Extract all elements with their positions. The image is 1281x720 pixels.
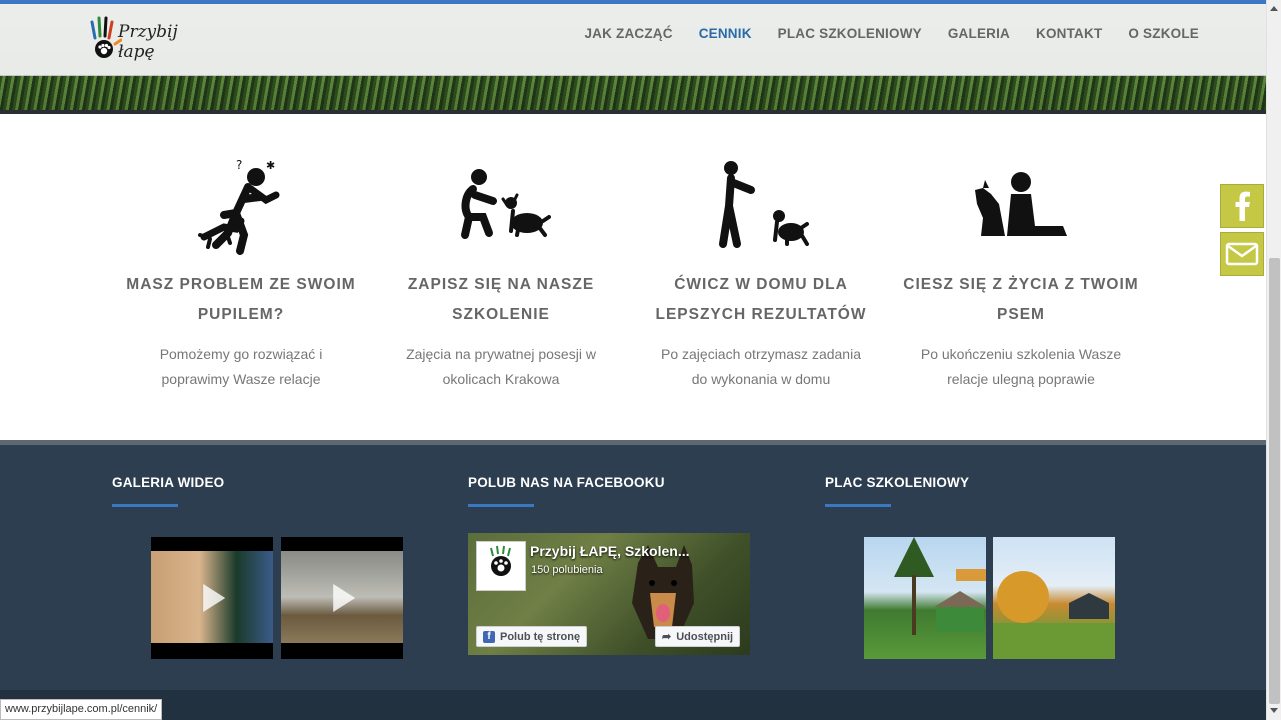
header-bottom-line [0, 110, 1266, 114]
facebook-like-button[interactable]: f Polub tę stronę [476, 626, 588, 647]
video-thumbnail[interactable] [281, 537, 403, 659]
step-desc: Po ukończeniu szkolenia Wasze relacje ul… [920, 346, 1122, 387]
steps-section: ? ✱ MASZ PROBLEM ZE SWOIM PUPILEM? Pomoż… [111, 150, 1151, 392]
footer-facebook-title: POLUB NAS NA FACEBOOKU [468, 475, 665, 490]
mail-side-button[interactable] [1220, 232, 1264, 276]
scroll-thumb[interactable] [1269, 258, 1280, 704]
play-icon [203, 584, 226, 612]
video-thumbnail[interactable] [151, 537, 273, 659]
facebook-share-button[interactable]: ➦ Udostępnij [655, 626, 741, 647]
facebook-page-widget[interactable]: Przybij ŁAPĘ, Szkolen... 150 polubienia … [468, 533, 750, 655]
play-icon [333, 584, 356, 612]
title-underline [825, 504, 891, 507]
nav-o-szkole[interactable]: O SZKOLE [1128, 26, 1199, 41]
step-desc: Zajęcia na prywatnej posesji w okolicach… [406, 346, 596, 387]
share-icon: ➦ [662, 631, 672, 643]
footer-place-column: PLAC SZKOLENIOWY [825, 475, 969, 507]
step-item: ZAPISZ SIĘ NA NASZE SZKOLENIE Zajęcia na… [371, 150, 631, 392]
title-underline [112, 504, 178, 507]
place-photo[interactable] [993, 537, 1115, 659]
facebook-icon: f [483, 630, 495, 643]
header-hero: Przybij łapę JAK ZACZĄĆ CENNIK PLAC SZKO… [0, 0, 1266, 114]
status-bar-url: www.przybijlape.com.pl/cennik/ [0, 699, 163, 720]
place-photo-image [894, 537, 986, 635]
step-item: ? ✱ MASZ PROBLEM ZE SWOIM PUPILEM? Pomoż… [111, 150, 371, 392]
facebook-page-name[interactable]: Przybij ŁAPĘ, Szkolen... [530, 543, 689, 559]
step-title: ZAPISZ SIĘ NA NASZE SZKOLENIE [407, 276, 595, 323]
footer-video-title: GALERIA WIDEO [112, 475, 225, 490]
header-grass-image [0, 74, 1266, 114]
sign-up-training-icon [461, 169, 551, 239]
place-photo-image [993, 571, 1115, 659]
facebook-likes: 150 polubienia [531, 564, 603, 576]
site-logo[interactable]: Przybij łapę [88, 16, 198, 62]
nav-kontakt[interactable]: KONTAKT [1036, 26, 1102, 41]
title-underline [468, 504, 534, 507]
scroll-down-arrow[interactable] [1270, 708, 1278, 713]
step-desc: Pomożemy go rozwiązać i poprawimy Wasze … [159, 346, 323, 387]
logo-text: Przybij łapę [118, 22, 178, 62]
nav-galeria[interactable]: GALERIA [948, 26, 1010, 41]
step-title: CIESZ SIĘ Z ŻYCIA Z TWOIM PSEM [903, 276, 1139, 323]
step-item: ĆWICZ W DOMU DLA LEPSZYCH REZULTATÓW Po … [631, 150, 891, 392]
step-title: ĆWICZ W DOMU DLA LEPSZYCH REZULTATÓW [655, 276, 867, 323]
place-photo[interactable] [864, 537, 986, 659]
scroll-up-arrow[interactable] [1270, 6, 1278, 11]
facebook-side-button[interactable] [1220, 184, 1264, 228]
practice-home-icon [719, 161, 809, 248]
footer-video-column: GALERIA WIDEO [112, 475, 224, 507]
footer-bottom-bar [0, 690, 1266, 720]
page-scrollbar[interactable] [1266, 0, 1281, 720]
like-button-label: Polub tę stronę [500, 630, 581, 643]
step-title: MASZ PROBLEM ZE SWOIM PUPILEM? [126, 276, 356, 323]
main-nav: JAK ZACZĄĆ CENNIK PLAC SZKOLENIOWY GALER… [584, 26, 1199, 41]
step-desc: Po zajęciach otrzymasz zadania do wykona… [661, 346, 861, 387]
paw-logo-icon [490, 545, 511, 576]
footer-facebook-column: POLUB NAS NA FACEBOOKU [468, 475, 665, 507]
paw-hand-logo-icon [90, 16, 122, 58]
svg-text:✱: ✱ [266, 159, 275, 172]
mail-icon [1225, 242, 1259, 266]
share-button-label: Udostępnij [676, 630, 734, 643]
step-item: CIESZ SIĘ Z ŻYCIA Z TWOIM PSEM Po ukończ… [891, 150, 1151, 392]
nav-cennik[interactable]: CENNIK [699, 26, 752, 41]
nav-plac-szkoleniowy[interactable]: PLAC SZKOLENIOWY [778, 26, 922, 41]
facebook-icon [1235, 191, 1250, 221]
enjoy-life-dog-icon [975, 172, 1067, 236]
svg-text:?: ? [236, 158, 242, 172]
footer-place-title: PLAC SZKOLENIOWY [825, 475, 970, 490]
navbar: Przybij łapę JAK ZACZĄĆ CENNIK PLAC SZKO… [0, 4, 1266, 76]
problem-dog-icon: ? ✱ [198, 158, 280, 255]
facebook-page-logo [476, 541, 526, 591]
nav-jak-zaczac[interactable]: JAK ZACZĄĆ [584, 26, 672, 41]
